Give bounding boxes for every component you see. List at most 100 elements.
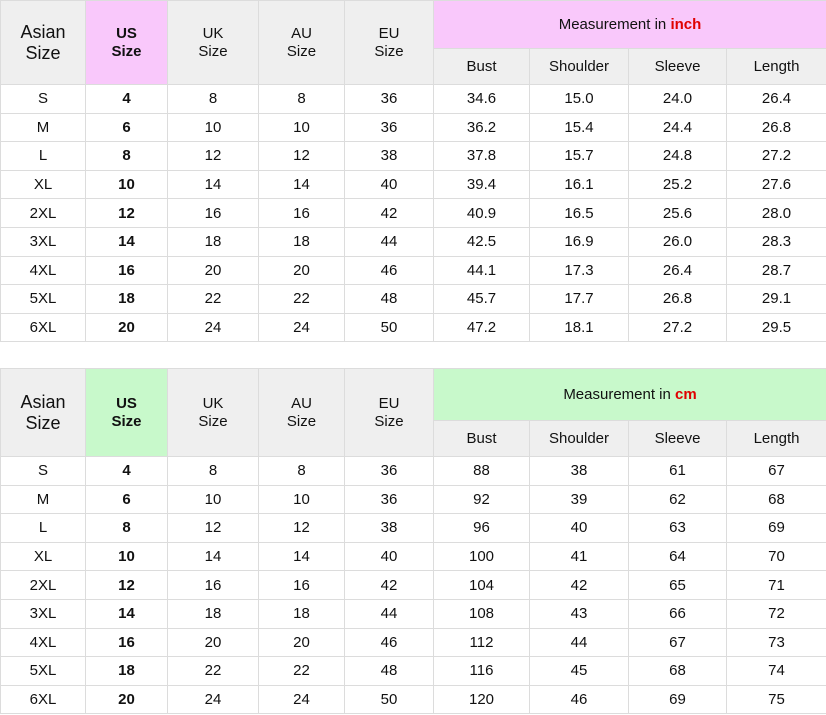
cell-eu-size: 44 xyxy=(344,226,434,257)
header-asian-size: Asian Size xyxy=(0,368,86,457)
cell-us-size: 10 xyxy=(85,169,168,200)
cell-asian-size: 4XL xyxy=(0,627,86,658)
cell-us-size: 6 xyxy=(85,484,168,515)
cell-au-size: 18 xyxy=(258,598,345,629)
table-row: 5XL 18 22 22 48 45.7 17.7 26.8 29.1 xyxy=(0,284,826,314)
cell-sleeve: 61 xyxy=(628,456,727,486)
cell-sleeve: 62 xyxy=(628,484,727,515)
cell-asian-size: 5XL xyxy=(0,656,86,686)
cell-sleeve: 24.4 xyxy=(628,112,727,143)
header-length: Length xyxy=(725,48,826,85)
cell-shoulder: 16.1 xyxy=(529,169,629,200)
cell-bust: 100 xyxy=(433,541,530,572)
cell-asian-size: S xyxy=(0,456,86,486)
cell-bust: 112 xyxy=(433,627,530,658)
table-row: L 8 12 12 38 37.8 15.7 24.8 27.2 xyxy=(0,141,826,171)
table-row: S 4 8 8 36 88 38 61 67 xyxy=(0,456,826,486)
cell-shoulder: 41 xyxy=(529,541,629,572)
table-row: 3XL 14 18 18 44 42.5 16.9 26.0 28.3 xyxy=(0,226,826,257)
cell-eu-size: 44 xyxy=(344,598,434,629)
cell-uk-size: 12 xyxy=(167,513,259,543)
cell-length: 71 xyxy=(725,570,826,600)
cell-au-size: 8 xyxy=(258,84,345,114)
header-eu-size: EU Size xyxy=(344,368,434,457)
cell-uk-size: 14 xyxy=(167,169,259,200)
cell-au-size: 24 xyxy=(258,684,345,715)
table-row: 6XL 20 24 24 50 47.2 18.1 27.2 29.5 xyxy=(0,312,826,343)
header-measurement: Measurement in cm xyxy=(432,368,826,421)
cell-length: 69 xyxy=(725,513,826,543)
cell-sleeve: 26.0 xyxy=(628,226,727,257)
cell-sleeve: 25.2 xyxy=(628,169,727,200)
cell-asian-size: L xyxy=(0,513,86,543)
cell-eu-size: 38 xyxy=(344,141,434,171)
header-shoulder: Shoulder xyxy=(529,420,629,457)
cell-us-size: 14 xyxy=(85,226,168,257)
cell-us-size: 16 xyxy=(85,627,168,658)
cell-eu-size: 42 xyxy=(344,198,434,228)
cell-au-size: 16 xyxy=(258,570,345,600)
cell-shoulder: 46 xyxy=(529,684,629,715)
cell-au-size: 14 xyxy=(258,541,345,572)
cell-length: 74 xyxy=(725,656,826,686)
cell-bust: 42.5 xyxy=(433,226,530,257)
cell-asian-size: S xyxy=(0,84,86,114)
cell-bust: 108 xyxy=(433,598,530,629)
cell-bust: 45.7 xyxy=(433,284,530,314)
cell-sleeve: 25.6 xyxy=(628,198,727,228)
cell-us-size: 4 xyxy=(85,84,168,114)
cell-asian-size: 6XL xyxy=(0,312,86,343)
cell-shoulder: 45 xyxy=(529,656,629,686)
cell-length: 73 xyxy=(725,627,826,658)
cell-eu-size: 48 xyxy=(344,284,434,314)
header-us-size: US Size xyxy=(85,0,168,85)
cell-au-size: 24 xyxy=(258,312,345,343)
cell-length: 72 xyxy=(725,598,826,629)
table-row: 2XL 12 16 16 42 104 42 65 71 xyxy=(0,570,826,600)
cell-sleeve: 24.8 xyxy=(628,141,727,171)
cell-uk-size: 14 xyxy=(167,541,259,572)
cell-shoulder: 16.9 xyxy=(529,226,629,257)
cell-us-size: 12 xyxy=(85,198,168,228)
cell-au-size: 16 xyxy=(258,198,345,228)
cell-au-size: 18 xyxy=(258,226,345,257)
cell-au-size: 10 xyxy=(258,112,345,143)
cell-bust: 44.1 xyxy=(433,255,530,286)
cell-asian-size: 2XL xyxy=(0,570,86,600)
cell-sleeve: 66 xyxy=(628,598,727,629)
table-body: Asian Size US Size UK Size AU Size EU Size Me… xyxy=(0,368,826,715)
cell-length: 29.5 xyxy=(725,312,826,343)
table-row: M 6 10 10 36 36.2 15.4 24.4 26.8 xyxy=(0,112,826,143)
header-uk-size: UK Size xyxy=(167,368,259,457)
cell-bust: 88 xyxy=(433,456,530,486)
cell-length: 28.3 xyxy=(725,226,826,257)
cell-bust: 104 xyxy=(433,570,530,600)
cell-uk-size: 16 xyxy=(167,570,259,600)
cell-length: 28.7 xyxy=(725,255,826,286)
cell-bust: 47.2 xyxy=(433,312,530,343)
cell-us-size: 8 xyxy=(85,141,168,171)
cell-us-size: 4 xyxy=(85,456,168,486)
cell-length: 26.4 xyxy=(725,84,826,114)
cell-bust: 40.9 xyxy=(433,198,530,228)
cell-asian-size: 3XL xyxy=(0,598,86,629)
table-row: 4XL 16 20 20 46 112 44 67 73 xyxy=(0,627,826,658)
cell-length: 27.6 xyxy=(725,169,826,200)
cell-uk-size: 22 xyxy=(167,284,259,314)
cell-au-size: 22 xyxy=(258,656,345,686)
cell-asian-size: L xyxy=(0,141,86,171)
cell-length: 29.1 xyxy=(725,284,826,314)
cell-asian-size: 3XL xyxy=(0,226,86,257)
cell-uk-size: 24 xyxy=(167,312,259,343)
cell-bust: 34.6 xyxy=(433,84,530,114)
cell-uk-size: 20 xyxy=(167,255,259,286)
cell-length: 28.0 xyxy=(725,198,826,228)
cell-shoulder: 42 xyxy=(529,570,629,600)
cell-au-size: 10 xyxy=(258,484,345,515)
cell-sleeve: 65 xyxy=(628,570,727,600)
table-row: M 6 10 10 36 92 39 62 68 xyxy=(0,484,826,515)
cell-uk-size: 22 xyxy=(167,656,259,686)
cell-shoulder: 43 xyxy=(529,598,629,629)
cell-uk-size: 18 xyxy=(167,226,259,257)
cell-shoulder: 44 xyxy=(529,627,629,658)
